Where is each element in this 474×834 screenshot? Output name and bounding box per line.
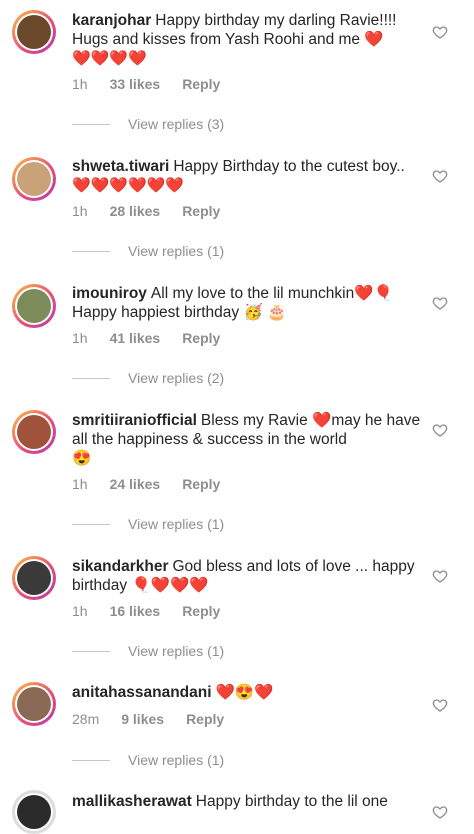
comment-username[interactable]: shweta.tiwari (72, 158, 169, 175)
reply-button[interactable]: Reply (182, 330, 220, 346)
avatar-icon (17, 162, 51, 196)
divider (72, 650, 110, 652)
avatar[interactable] (12, 10, 56, 54)
view-replies-button[interactable]: View replies (1) (72, 643, 224, 659)
comment-username[interactable]: anitahassanandani (72, 684, 212, 701)
comment-meta: 1h 16 likes Reply (72, 603, 220, 619)
comment-likes[interactable]: 24 likes (110, 476, 161, 492)
view-replies-label: View replies (2) (128, 370, 225, 386)
comment-emoji: Happy happiest birthday 🥳 🎂 (72, 304, 287, 321)
heart-outline-icon[interactable] (432, 804, 448, 820)
reply-button[interactable]: Reply (182, 603, 220, 619)
comment-text: karanjohar Happy birthday my darling Ravi… (72, 11, 422, 68)
reply-button[interactable]: Reply (186, 711, 224, 727)
comment-meta: 1h 33 likes Reply (72, 76, 220, 92)
avatar[interactable] (12, 682, 56, 726)
avatar[interactable] (12, 157, 56, 201)
comment-text: imouniroy All my love to the lil munchkin… (72, 284, 422, 322)
comment-likes[interactable]: 33 likes (110, 76, 161, 92)
avatar-icon (17, 415, 51, 449)
comment-meta: 28m 9 likes Reply (72, 711, 224, 727)
comment-body: ❤️😍❤️ (215, 684, 274, 701)
comment-emoji: ❤️❤️❤️❤️❤️❤️ (72, 177, 185, 194)
avatar[interactable] (12, 556, 56, 600)
heart-outline-icon[interactable] (432, 568, 448, 584)
comment-username[interactable]: sikandarkher (72, 558, 169, 575)
avatar[interactable] (12, 790, 56, 834)
comment-likes[interactable]: 41 likes (110, 330, 161, 346)
comment-time: 1h (72, 603, 88, 619)
heart-outline-icon[interactable] (432, 295, 448, 311)
comment-meta: 1h 28 likes Reply (72, 203, 220, 219)
comment-emoji: ❤️❤️❤️❤️ (72, 50, 147, 67)
reply-button[interactable]: Reply (182, 203, 220, 219)
divider (72, 377, 110, 379)
heart-outline-icon[interactable] (432, 168, 448, 184)
comment-meta: 1h 41 likes Reply (72, 330, 220, 346)
comment-emoji: 😍 (72, 450, 92, 467)
comment-text: mallikasherawat Happy birthday to the lil… (72, 792, 422, 811)
view-replies-button[interactable]: View replies (2) (72, 370, 224, 386)
reply-button[interactable]: Reply (182, 76, 220, 92)
comment-text: anitahassanandani ❤️😍❤️ (72, 683, 422, 702)
avatar-icon (17, 687, 51, 721)
avatar-icon (17, 289, 51, 323)
avatar[interactable] (12, 410, 56, 454)
divider (72, 759, 110, 761)
heart-outline-icon[interactable] (432, 422, 448, 438)
avatar-icon (17, 15, 51, 49)
comment-body: Happy birthday to the lil one (195, 793, 388, 810)
view-replies-label: View replies (1) (128, 752, 225, 768)
divider (72, 523, 110, 525)
comment-text: smritiiraniofficial Bless my Ravie ❤️may … (72, 411, 422, 468)
heart-outline-icon[interactable] (432, 24, 448, 40)
view-replies-label: View replies (1) (128, 516, 225, 532)
heart-outline-icon[interactable] (432, 697, 448, 713)
comment-body: All my love to the lil munchkin❤️🎈 (150, 285, 393, 302)
comment-time: 1h (72, 330, 88, 346)
comment-likes[interactable]: 28 likes (110, 203, 161, 219)
avatar-icon (17, 795, 51, 829)
reply-button[interactable]: Reply (182, 476, 220, 492)
comment-time: 1h (72, 476, 88, 492)
divider (72, 250, 110, 252)
comment-time: 1h (72, 76, 88, 92)
comment-meta: 1h 24 likes Reply (72, 476, 220, 492)
comment-body: Happy Birthday to the cutest boy.. (173, 158, 405, 175)
comment-text: sikandarkher God bless and lots of love .… (72, 557, 422, 595)
avatar-icon (17, 561, 51, 595)
view-replies-label: View replies (1) (128, 643, 225, 659)
comment-time: 28m (72, 711, 100, 727)
avatar[interactable] (12, 284, 56, 328)
view-replies-label: View replies (1) (128, 243, 225, 259)
comment-username[interactable]: mallikasherawat (72, 793, 192, 810)
comment-username[interactable]: imouniroy (72, 285, 147, 302)
divider (72, 123, 110, 125)
view-replies-button[interactable]: View replies (3) (72, 116, 224, 132)
comment-username[interactable]: karanjohar (72, 12, 151, 29)
comment-likes[interactable]: 16 likes (110, 603, 161, 619)
view-replies-button[interactable]: View replies (1) (72, 243, 224, 259)
view-replies-button[interactable]: View replies (1) (72, 752, 224, 768)
comment-likes[interactable]: 9 likes (121, 711, 164, 727)
comment-text: shweta.tiwari Happy Birthday to the cutes… (72, 157, 422, 195)
view-replies-label: View replies (3) (128, 116, 225, 132)
comment-time: 1h (72, 203, 88, 219)
comment-username[interactable]: smritiiraniofficial (72, 412, 197, 429)
view-replies-button[interactable]: View replies (1) (72, 516, 224, 532)
